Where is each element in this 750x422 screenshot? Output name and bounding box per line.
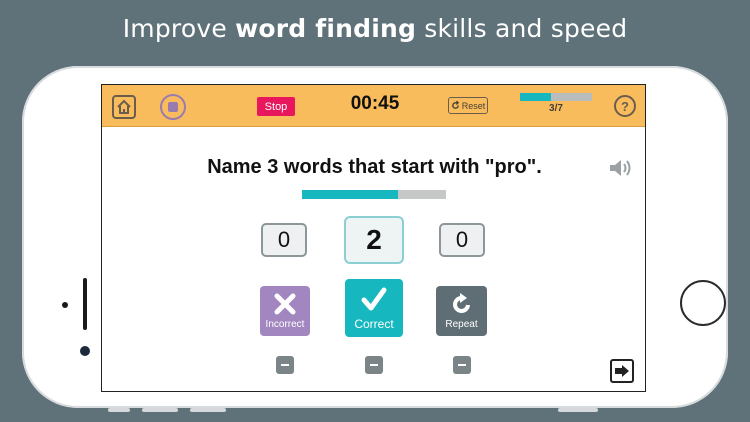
round-progress-count: 3/7 <box>549 103 563 114</box>
minus-icon <box>370 364 378 366</box>
headline-post: skills and speed <box>416 14 628 43</box>
headline-bold: word finding <box>235 14 417 43</box>
incorrect-decrement-button[interactable] <box>276 356 294 374</box>
home-icon <box>117 99 131 114</box>
task-progress-fill <box>302 190 399 199</box>
next-button[interactable] <box>610 359 634 383</box>
minus-icon <box>458 364 466 366</box>
checkmark-icon <box>361 287 387 311</box>
sensor-dot <box>62 302 68 308</box>
home-button[interactable] <box>112 95 136 119</box>
sound-icon[interactable] <box>608 157 634 179</box>
repeat-count: 0 <box>439 223 485 257</box>
repeat-decrement-button[interactable] <box>453 356 471 374</box>
camera-icon <box>80 346 90 356</box>
phone-volume-down <box>190 408 226 412</box>
incorrect-label: Incorrect <box>265 319 305 330</box>
speaker-grille <box>83 278 87 330</box>
correct-decrement-button[interactable] <box>365 356 383 374</box>
correct-button[interactable]: Correct <box>345 279 403 337</box>
top-toolbar: Stop 00:45 Reset 3/7 ? <box>102 85 645 127</box>
repeat-button[interactable]: Repeat <box>436 286 487 336</box>
stop-icon[interactable] <box>160 94 186 120</box>
incorrect-count: 0 <box>261 223 307 257</box>
phone-home-button[interactable] <box>680 280 726 326</box>
minus-icon <box>281 364 289 366</box>
marketing-headline: Improve word finding skills and speed <box>0 14 750 43</box>
help-button[interactable]: ? <box>614 95 636 117</box>
arrow-right-icon <box>615 365 629 377</box>
repeat-label: Repeat <box>445 319 478 330</box>
phone-power-button <box>558 408 598 412</box>
round-progress-fill <box>520 93 551 101</box>
reset-button[interactable]: Reset <box>448 97 488 114</box>
app-screen: Stop 00:45 Reset 3/7 ? Name 3 words that… <box>101 84 646 392</box>
phone-side-button <box>108 408 130 412</box>
task-progress-bar <box>302 190 446 199</box>
reset-label: Reset <box>461 100 486 111</box>
x-icon <box>274 293 296 315</box>
headline-pre: Improve <box>122 14 236 43</box>
task-prompt: Name 3 words that start with "pro". <box>207 156 542 178</box>
round-progress-bar <box>520 93 592 101</box>
phone-volume-up <box>142 408 178 412</box>
stop-button[interactable]: Stop <box>257 97 295 116</box>
help-icon: ? <box>621 98 629 114</box>
repeat-icon <box>452 293 470 313</box>
correct-count: 2 <box>344 216 404 264</box>
timer-display: 00:45 <box>350 93 400 114</box>
correct-label: Correct <box>354 317 394 331</box>
incorrect-button[interactable]: Incorrect <box>260 286 310 336</box>
reset-icon <box>451 101 459 109</box>
